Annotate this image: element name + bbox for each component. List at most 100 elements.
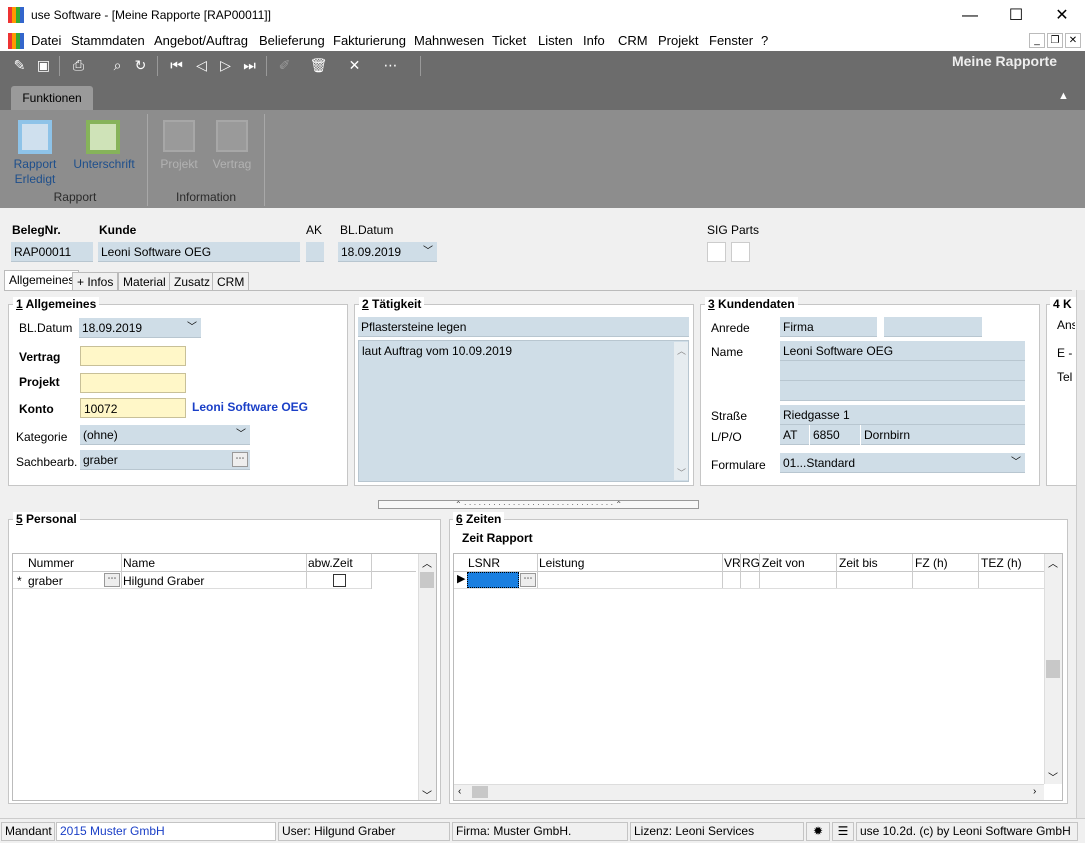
menu-ticket[interactable]: Ticket	[492, 33, 526, 48]
mandant-field[interactable]: 2015 Muster GmbH	[56, 822, 276, 841]
menu-mahnwesen[interactable]: Mahnwesen	[414, 33, 484, 48]
bldatum-field[interactable]: 18.09.2019 ﹀	[338, 242, 437, 262]
ak-field[interactable]	[306, 242, 324, 262]
notification-icon[interactable]: ✹	[806, 822, 830, 841]
refresh-icon[interactable]: ↻	[131, 56, 150, 75]
column-fz[interactable]: FZ (h)	[915, 556, 948, 570]
strasse-field[interactable]: Riedgasse 1	[780, 405, 1025, 425]
print-icon[interactable]: ⎙	[69, 56, 88, 75]
column-zeit-von[interactable]: Zeit von	[762, 556, 805, 570]
database-icon[interactable]: ☰	[832, 822, 854, 841]
konto-name[interactable]: Leoni Software OEG	[192, 400, 308, 414]
maximize-button[interactable]: ☐	[993, 0, 1039, 31]
personal-scrollbar[interactable]	[418, 554, 436, 800]
cancel-icon[interactable]: ✕	[345, 56, 364, 75]
scroll-left-icon[interactable]: ‹	[458, 786, 461, 797]
row-nummer[interactable]: graber	[28, 574, 63, 588]
name-field-3[interactable]	[780, 381, 1025, 401]
tab-zusatz[interactable]: Zusatz	[169, 272, 216, 291]
name-field[interactable]: Leoni Software OEG	[780, 341, 1025, 361]
column-tez[interactable]: TEZ (h)	[981, 556, 1022, 570]
tab-infos[interactable]: + Infos	[72, 272, 119, 291]
ribbon-collapse-icon[interactable]: ▲	[1058, 90, 1069, 102]
plz-field[interactable]: 6850	[810, 425, 860, 445]
chevron-down-icon[interactable]: ﹀	[1011, 453, 1021, 472]
menu-help[interactable]: ?	[761, 33, 768, 48]
taetigkeit-scrollbar[interactable]	[674, 342, 688, 480]
zeiten-hscrollbar[interactable]	[454, 784, 1044, 800]
first-record-icon[interactable]: ⏮	[167, 56, 186, 75]
vertrag-field[interactable]	[80, 346, 186, 366]
scroll-up-icon[interactable]: ︿	[1048, 555, 1058, 570]
vertrag-icon[interactable]	[216, 120, 248, 152]
tab-allgemeines[interactable]: Allgemeines	[4, 270, 80, 290]
column-lsnr[interactable]: LSNR	[468, 556, 500, 570]
belegnr-field[interactable]: RAP00011	[11, 242, 93, 262]
column-zeit-bis[interactable]: Zeit bis	[839, 556, 878, 570]
table-row[interactable]	[454, 572, 1044, 589]
chevron-down-icon[interactable]: ﹀	[236, 425, 246, 444]
chevron-down-icon[interactable]: ﹀	[187, 318, 197, 337]
vertrag-button[interactable]: Vertrag	[208, 157, 256, 172]
tab-crm[interactable]: CRM	[212, 272, 250, 291]
scroll-down-icon[interactable]: ﹀	[422, 787, 432, 802]
menu-crm[interactable]: CRM	[618, 33, 648, 48]
menu-info[interactable]: Info	[583, 33, 605, 48]
minimize-button[interactable]: —	[947, 0, 993, 31]
abw-zeit-checkbox[interactable]	[333, 574, 346, 587]
right-splitter[interactable]	[1076, 290, 1085, 818]
taetigkeit-textarea[interactable]: laut Auftrag vom 10.09.2019	[358, 340, 689, 482]
kunde-field[interactable]: Leoni Software OEG	[98, 242, 300, 262]
scroll-up-icon[interactable]: ︿	[422, 555, 432, 570]
tab-material[interactable]: Material	[118, 272, 171, 291]
rapport-erledigt-button[interactable]: Rapport Erledigt	[5, 157, 65, 187]
last-record-icon[interactable]: ⏭	[240, 56, 259, 75]
konto-field[interactable]: 10072	[80, 398, 186, 418]
chevron-down-icon[interactable]: ﹀	[423, 242, 433, 261]
column-vr[interactable]: VR	[724, 556, 741, 570]
column-abw-zeit[interactable]: abw.Zeit	[308, 556, 353, 570]
projekt-icon[interactable]	[163, 120, 195, 152]
column-rg[interactable]: RG	[742, 556, 760, 570]
delete-icon[interactable]: 🗑	[309, 56, 328, 75]
lsnr-cell-selected[interactable]	[467, 572, 519, 588]
more-icon[interactable]: ⋯	[520, 573, 536, 587]
scroll-thumb[interactable]	[1046, 660, 1060, 678]
menu-datei[interactable]: Datei	[31, 33, 61, 48]
unterschrift-button[interactable]: Unterschrift	[68, 157, 140, 172]
scroll-down-icon[interactable]: ﹀	[1048, 769, 1058, 784]
anrede-extra-field[interactable]	[884, 317, 982, 337]
projekt-button[interactable]: Projekt	[155, 157, 203, 172]
sachbearb-field[interactable]: graber ⋯	[80, 450, 250, 470]
ort-field[interactable]: Dornbirn	[861, 425, 1025, 445]
pencil-icon[interactable]: ✐	[275, 56, 294, 75]
row-name[interactable]: Hilgund Graber	[123, 574, 204, 588]
scroll-right-icon[interactable]: ›	[1033, 786, 1036, 797]
menu-fenster[interactable]: Fenster	[709, 33, 753, 48]
bldatum-field-2[interactable]: 18.09.2019 ﹀	[79, 318, 201, 338]
mdi-minimize-button[interactable]: _	[1029, 33, 1045, 48]
tab-funktionen[interactable]: Funktionen	[11, 86, 93, 110]
projekt-field[interactable]	[80, 373, 186, 393]
scroll-thumb[interactable]	[420, 572, 434, 588]
menu-angebot-auftrag[interactable]: Angebot/Auftrag	[154, 33, 248, 48]
more-icon[interactable]: ⋯	[381, 56, 400, 75]
menu-listen[interactable]: Listen	[538, 33, 573, 48]
menu-projekt[interactable]: Projekt	[658, 33, 698, 48]
hscroll-thumb[interactable]	[472, 786, 488, 798]
rapport-erledigt-icon[interactable]	[18, 120, 52, 154]
edit-icon[interactable]: ✎	[10, 56, 29, 75]
unterschrift-icon[interactable]	[86, 120, 120, 154]
menu-belieferung[interactable]: Belieferung	[259, 33, 325, 48]
land-field[interactable]: AT	[780, 425, 809, 445]
anrede-field[interactable]: Firma	[780, 317, 877, 337]
column-name[interactable]: Name	[123, 556, 155, 570]
kategorie-select[interactable]: (ohne) ﹀	[80, 425, 250, 445]
menu-fakturierung[interactable]: Fakturierung	[333, 33, 406, 48]
next-record-icon[interactable]: ▷	[216, 56, 235, 75]
menu-stammdaten[interactable]: Stammdaten	[71, 33, 145, 48]
previous-record-icon[interactable]: ◁	[192, 56, 211, 75]
name-field-2[interactable]	[780, 361, 1025, 381]
mdi-restore-button[interactable]: ❐	[1047, 33, 1063, 48]
taetigkeit-summary-field[interactable]: Pflastersteine legen	[358, 317, 689, 337]
